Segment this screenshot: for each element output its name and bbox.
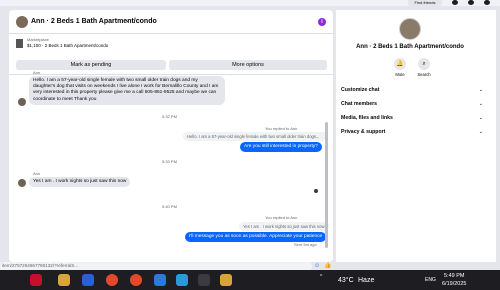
section-chat-members[interactable]: Chat members ⌄: [341, 98, 483, 110]
chrome-icon[interactable]: [130, 274, 142, 286]
search-label: Search: [417, 72, 431, 77]
reply-quote[interactable]: Hello. I am a 57-year-old single female …: [183, 132, 327, 141]
section-label: Chat members: [341, 101, 378, 107]
app-icon[interactable]: [198, 274, 210, 286]
status-url: item/2757264667796132/?referralS...: [0, 262, 98, 270]
info-panel: Ann · 2 Beds 1 Bath Apartment/condo 🔔 Mu…: [336, 10, 496, 262]
marketplace-label: Marketplace: [27, 37, 49, 42]
bell-icon: 🔔: [394, 58, 406, 70]
timestamp: 5:32 PM: [162, 114, 177, 119]
avatar: [18, 179, 26, 187]
message-bubble-sent[interactable]: I'll message you as soon as possible. Ap…: [185, 232, 327, 242]
timestamp: 5:33 PM: [162, 159, 177, 164]
section-customize-chat[interactable]: Customize chat ⌄: [341, 84, 483, 96]
chat-header: Ann · 2 Beds 1 Bath Apartment/condo ⌄ i: [9, 10, 333, 34]
reply-label: You replied to Ann: [265, 215, 298, 220]
browser-top-strip: Find friends: [0, 0, 500, 6]
more-options-button[interactable]: More options: [169, 60, 327, 70]
app-icon[interactable]: [220, 274, 232, 286]
messenger-icon[interactable]: [468, 0, 474, 5]
avatar[interactable]: [399, 18, 421, 40]
menu-icon[interactable]: [452, 0, 458, 5]
app-icon[interactable]: [154, 274, 166, 286]
reply-label: You replied to Ann: [265, 126, 298, 131]
flag-icon[interactable]: [30, 274, 42, 286]
thumbs-up-icon[interactable]: 👍: [324, 263, 331, 269]
search-button[interactable]: ⌕ Search: [414, 58, 434, 77]
divider: [9, 74, 333, 75]
listing-thumbnail: [16, 39, 23, 48]
chevron-down-icon: ⌄: [478, 87, 483, 93]
app-icon[interactable]: [82, 274, 94, 286]
weather[interactable]: Haze: [358, 277, 374, 284]
temperature[interactable]: 43°C: [338, 277, 354, 284]
reply-quote[interactable]: Yes I am . I work nights so just saw thi…: [239, 222, 329, 231]
mute-label: Mute: [395, 72, 405, 77]
chrome-icon[interactable]: [106, 274, 118, 286]
explorer-icon[interactable]: [58, 274, 70, 286]
chevron-down-icon: ⌄: [478, 115, 483, 121]
section-label: Media, files and links: [341, 115, 393, 121]
info-icon[interactable]: i: [318, 18, 326, 26]
avatar: [18, 98, 26, 106]
chat-panel: Ann · 2 Beds 1 Bath Apartment/condo ⌄ i …: [9, 10, 333, 271]
mute-button[interactable]: 🔔 Mute: [390, 58, 410, 77]
listing-title: $1,100 · 2 Beds 1 Bath Apartment/condo: [27, 43, 109, 48]
scrollbar[interactable]: [325, 122, 328, 248]
search-icon: ⌕: [418, 58, 430, 70]
delivery-status: Sent 5m ago: [294, 242, 317, 247]
section-privacy-support[interactable]: Privacy & support ⌄: [341, 126, 483, 138]
avatar[interactable]: [16, 16, 28, 28]
message-bubble-sent[interactable]: Are you still interested in property?: [240, 142, 322, 152]
clock-time[interactable]: 5:49 PM: [444, 273, 464, 279]
section-media-files-links[interactable]: Media, files and links ⌄: [341, 112, 483, 124]
message-bubble[interactable]: Hello. I am a 57-year-old single female …: [29, 76, 225, 105]
sender-name: Ann: [33, 70, 41, 75]
emoji-icon[interactable]: ☺: [314, 263, 320, 269]
section-label: Customize chat: [341, 87, 380, 93]
chevron-down-icon: ⌄: [478, 101, 483, 107]
language[interactable]: ENG: [425, 277, 436, 283]
find-friends-button[interactable]: Find friends: [408, 0, 442, 6]
chevron-up-icon[interactable]: ^: [320, 274, 322, 280]
chevron-down-icon: ⌄: [478, 129, 483, 135]
taskbar: ^ 43°C Haze ENG 5:49 PM 6/19/2025: [0, 270, 500, 290]
section-label: Privacy & support: [341, 129, 386, 135]
read-receipt-avatar: [314, 189, 318, 193]
mark-pending-button[interactable]: Mark as pending: [16, 60, 166, 70]
app-icon[interactable]: [176, 274, 188, 286]
message-bubble[interactable]: Yes I am . I work nights so just saw thi…: [29, 177, 131, 188]
notifications-icon[interactable]: [484, 0, 490, 5]
chevron-down-icon[interactable]: ⌄: [125, 17, 130, 24]
sender-name: Ann: [33, 171, 41, 176]
timestamp: 5:40 PM: [162, 204, 177, 209]
clock-date[interactable]: 6/19/2025: [442, 281, 466, 287]
chat-title[interactable]: Ann · 2 Beds 1 Bath Apartment/condo: [31, 18, 157, 25]
info-title: Ann · 2 Beds 1 Bath Apartment/condo: [356, 44, 464, 50]
